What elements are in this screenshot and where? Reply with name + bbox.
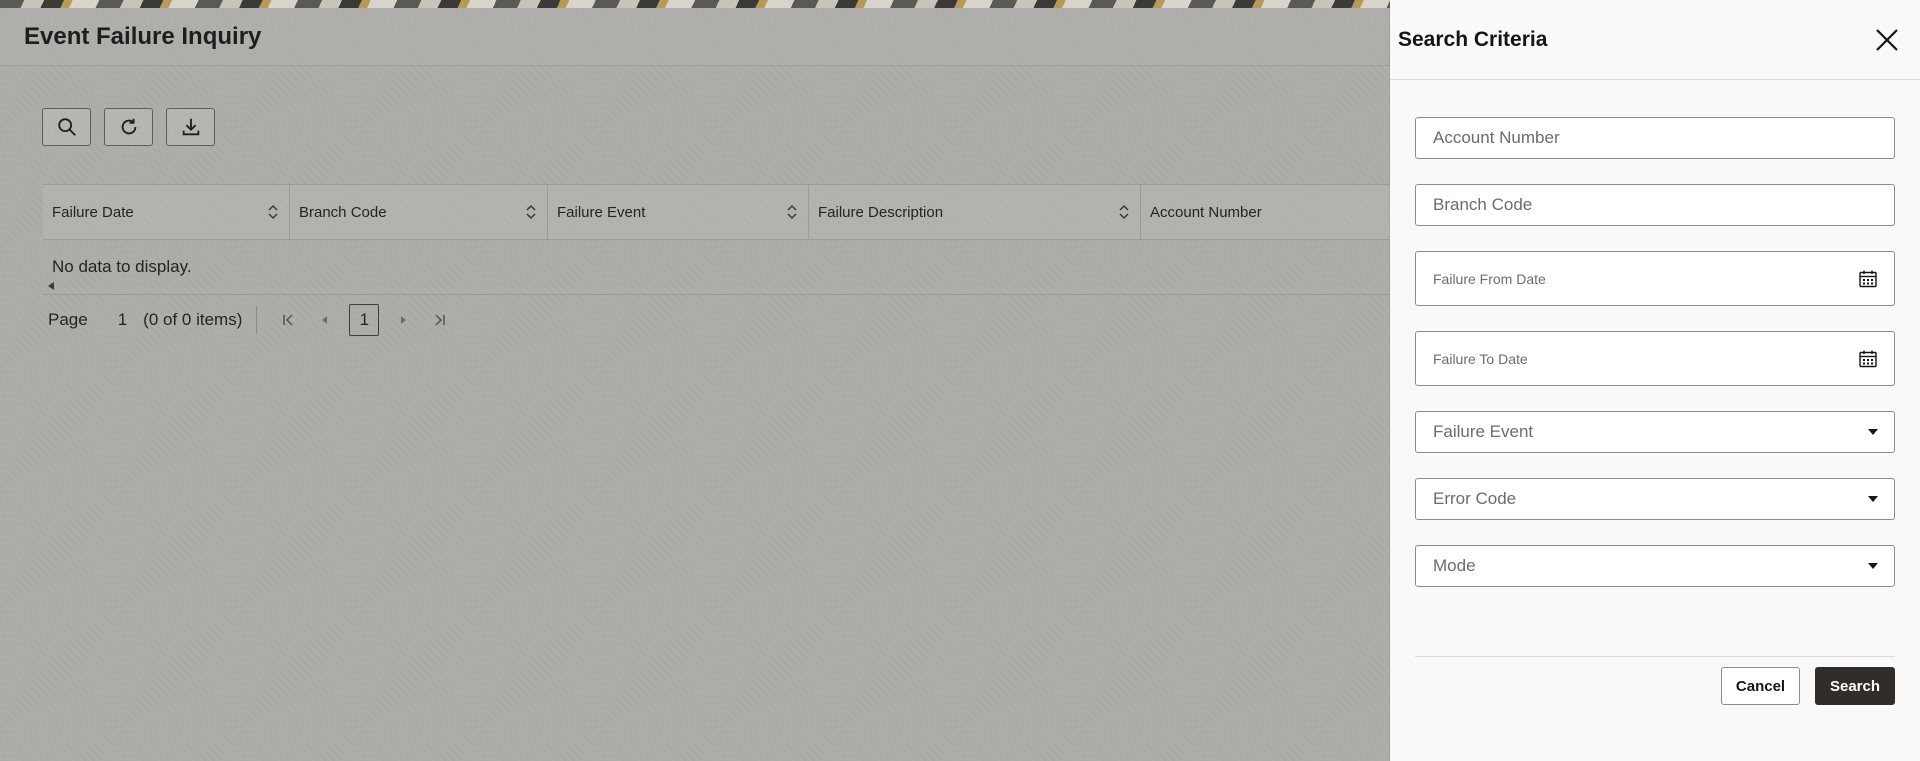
calendar-icon[interactable] (1858, 269, 1878, 289)
sort-icon (787, 204, 797, 220)
drawer-footer-divider (1415, 656, 1895, 657)
column-label: Account Number (1150, 203, 1262, 221)
failure-event-select[interactable]: Failure Event (1415, 411, 1895, 453)
last-page-icon (435, 314, 446, 326)
search-submit-button[interactable]: Search (1815, 667, 1895, 705)
column-header-failure-date[interactable]: Failure Date (43, 185, 290, 239)
page-label: Page (48, 310, 88, 329)
first-page-button[interactable] (271, 306, 307, 334)
close-icon (1876, 28, 1898, 51)
scroll-left-arrow-icon[interactable] (48, 282, 54, 290)
empty-grid-message: No data to display. (43, 240, 1390, 295)
download-button[interactable] (166, 108, 215, 146)
mode-select[interactable]: Mode (1415, 545, 1895, 587)
column-header-account-number[interactable]: Account Number (1141, 185, 1390, 239)
items-summary: (0 of 0 items) (143, 306, 258, 334)
sort-icon (526, 204, 536, 220)
search-icon (57, 118, 76, 136)
failure-from-date-input[interactable]: Failure From Date (1415, 251, 1895, 306)
event-failure-grid: Failure Date Branch Code Failure Event F… (43, 184, 1390, 295)
search-criteria-drawer: Search Criteria Account Number Branch Co… (1390, 0, 1920, 761)
failure-to-date-input[interactable]: Failure To Date (1415, 331, 1895, 386)
drawer-title: Search Criteria (1398, 27, 1548, 51)
field-label: Account Number (1433, 128, 1560, 147)
field-label: Mode (1433, 556, 1476, 575)
column-label: Branch Code (299, 203, 387, 221)
column-header-failure-description[interactable]: Failure Description (809, 185, 1141, 239)
account-number-input[interactable]: Account Number (1415, 117, 1895, 159)
field-label: Branch Code (1433, 195, 1533, 214)
drawer-header: Search Criteria (1390, 0, 1920, 80)
chevron-down-icon (1868, 496, 1878, 502)
error-code-select[interactable]: Error Code (1415, 478, 1895, 520)
field-label: Failure Event (1433, 422, 1534, 441)
chevron-down-icon (1868, 563, 1878, 569)
page-number-input[interactable]: 1 (118, 310, 127, 330)
search-button[interactable] (42, 108, 91, 146)
sort-icon (1119, 204, 1129, 220)
column-header-branch-code[interactable]: Branch Code (290, 185, 548, 239)
previous-page-icon (322, 316, 328, 324)
page-title: Event Failure Inquiry (24, 22, 262, 50)
refresh-button[interactable] (104, 108, 153, 146)
close-button[interactable] (1870, 23, 1904, 57)
branch-code-input[interactable]: Branch Code (1415, 184, 1895, 226)
grid-toolbar (42, 108, 215, 146)
column-label: Failure Description (818, 203, 944, 221)
next-page-icon (401, 316, 407, 324)
sort-icon (268, 204, 278, 220)
field-label: Error Code (1433, 489, 1517, 508)
last-page-button[interactable] (421, 306, 457, 334)
refresh-icon (121, 118, 136, 135)
grid-header-row: Failure Date Branch Code Failure Event F… (43, 184, 1390, 240)
chevron-down-icon (1868, 429, 1878, 435)
next-page-button[interactable] (385, 306, 421, 334)
column-label: Failure Event (557, 203, 646, 221)
main-content: Event Failure Inquiry Failure Date Branc… (0, 8, 1390, 761)
calendar-icon[interactable] (1858, 349, 1878, 369)
previous-page-button[interactable] (307, 306, 343, 334)
column-label: Failure Date (52, 203, 134, 221)
field-label: Failure To Date (1433, 350, 1528, 367)
cancel-button[interactable]: Cancel (1721, 667, 1800, 705)
page-header: Event Failure Inquiry (0, 8, 1389, 66)
download-icon (182, 118, 199, 136)
current-page-button[interactable]: 1 (349, 304, 380, 336)
pagination: Page 1 (0 of 0 items) 1 (48, 304, 457, 336)
field-label: Failure From Date (1433, 270, 1546, 287)
column-header-failure-event[interactable]: Failure Event (548, 185, 809, 239)
first-page-icon (283, 314, 293, 326)
